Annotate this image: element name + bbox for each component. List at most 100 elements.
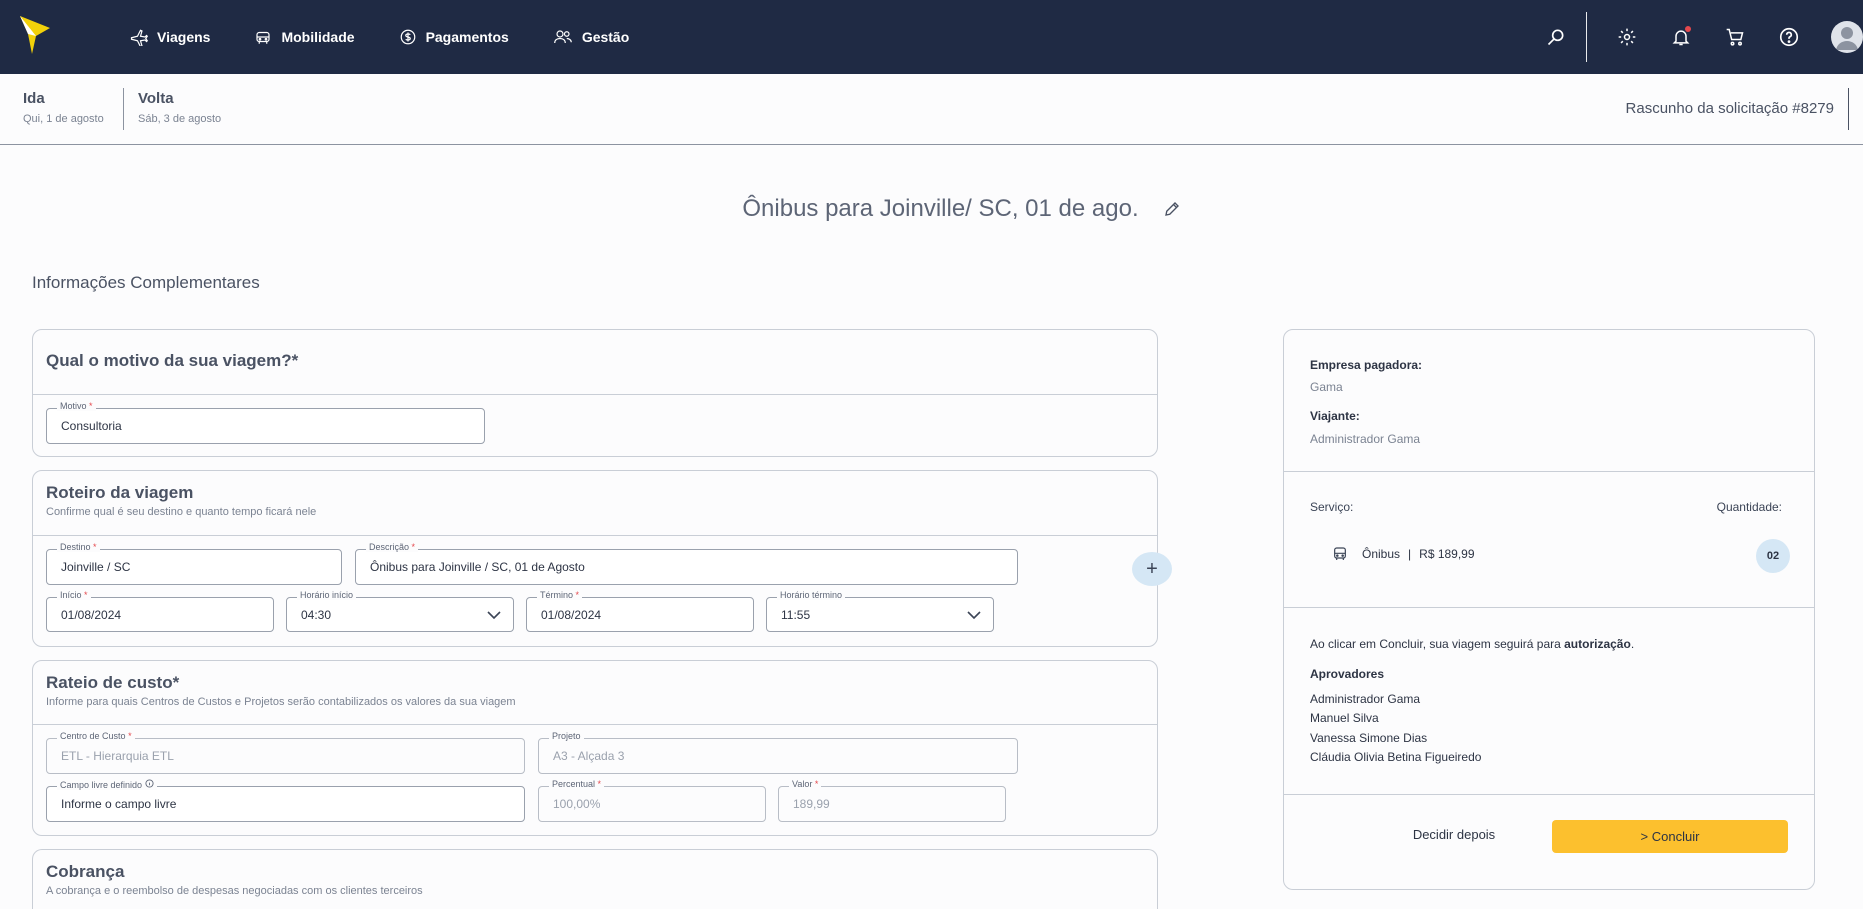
termino-date-field[interactable]: Término * 01/08/2024 (526, 590, 754, 632)
question-icon (1779, 27, 1799, 47)
hora-termino-value: 11:55 (781, 608, 811, 622)
decide-later-button[interactable]: Decidir depois (1384, 827, 1524, 842)
centro-custo-field[interactable]: Centro de Custo * ETL - Hierarquia ETL (46, 731, 525, 774)
rateio-title: Rateio de custo (46, 673, 173, 692)
roteiro-header: Roteiro da viagem Confirme qual é seu de… (33, 471, 1157, 536)
service-name: Ônibus (1362, 547, 1401, 561)
chevron-down-icon (967, 611, 981, 620)
empresa-label: Empresa pagadora: (1310, 358, 1423, 372)
destino-label: Destino * (57, 542, 100, 552)
car-icon (256, 31, 271, 44)
projeto-value: A3 - Alçada 3 (553, 749, 625, 763)
chevron-down-icon (487, 611, 501, 620)
projeto-field[interactable]: Projeto A3 - Alçada 3 (538, 731, 1018, 774)
notification-dot (1685, 26, 1691, 32)
percentual-field[interactable]: Percentual * 100,00% (538, 779, 766, 822)
add-destination-button[interactable]: + (1132, 552, 1172, 586)
users-icon (553, 30, 572, 44)
dollar-icon (400, 29, 415, 45)
campo-livre-label: Campo livre definido (57, 779, 157, 790)
descricao-field[interactable]: Descrição * Ônibus para Joinville / SC, … (355, 542, 1018, 585)
hora-inicio-value: 04:30 (301, 608, 332, 622)
leg-volta-date: Sáb, 3 de agosto (138, 113, 222, 125)
descricao-label: Descrição * (366, 542, 419, 552)
service-separator: | (1408, 547, 1412, 561)
empresa-value: Gama (1310, 380, 1343, 394)
user-avatar[interactable] (1831, 21, 1863, 53)
service-price: R$ 189,99 (1419, 547, 1475, 561)
motivo-field[interactable]: Motivo * Consultoria (46, 401, 485, 444)
summary-panel: Empresa pagadora: Gama Viajante: Adminis… (1283, 329, 1815, 890)
campo-livre-placeholder: Informe o campo livre (61, 797, 177, 811)
quantidade-label: Quantidade: (1716, 500, 1782, 514)
settings-button[interactable] (1615, 25, 1639, 49)
roteiro-title: Roteiro da viagem (46, 483, 194, 502)
service-row: Ônibus | R$ 189,99 (1332, 546, 1475, 562)
summary-approval-section: Ao clicar em Concluir, sua viagem seguir… (1284, 608, 1814, 795)
hora-inicio-select[interactable]: Horário início 04:30 (286, 590, 514, 632)
nav-pagamentos[interactable]: Pagamentos (399, 28, 509, 46)
bus-icon (1334, 547, 1346, 560)
user-icon (1836, 27, 1858, 50)
brand-logo[interactable] (18, 14, 52, 56)
motivo-field-label: Motivo * (57, 401, 96, 411)
nav-mobilidade[interactable]: Mobilidade (254, 28, 355, 46)
hora-inicio-label: Horário início (297, 590, 357, 600)
inicio-date-field[interactable]: Início * 01/08/2024 (46, 590, 274, 632)
approver-item: Manuel Silva (1310, 711, 1379, 725)
page-title: Ônibus para Joinville/ SC, 01 de ago. (742, 195, 1139, 222)
nav-pagamentos-label: Pagamentos (425, 29, 509, 45)
approver-item: Cláudia Olivia Betina Figueiredo (1310, 750, 1482, 764)
main-menu: Viagens Mobilidade Pagamentos Gestão (130, 0, 673, 74)
rateio-card: Rateio de custo* Informe para quais Cent… (32, 660, 1158, 836)
search-button[interactable] (1544, 25, 1568, 49)
nav-mobilidade-label: Mobilidade (281, 29, 355, 45)
pencil-icon[interactable] (1163, 200, 1181, 218)
cart-button[interactable] (1723, 25, 1747, 49)
section-title: Informações Complementares (32, 273, 260, 292)
top-navbar: Viagens Mobilidade Pagamentos Gestão (0, 0, 1863, 74)
approval-notice: Ao clicar em Concluir, sua viagem seguir… (1310, 637, 1635, 651)
approver-item: Administrador Gama (1310, 692, 1421, 706)
quantity-badge: 02 (1756, 539, 1790, 573)
hora-termino-select[interactable]: Horário término 11:55 (766, 590, 994, 632)
plane-icon (130, 29, 148, 46)
destino-field[interactable]: Destino * Joinville / SC (46, 542, 342, 585)
cart-icon (1726, 28, 1744, 46)
summary-service-section: Serviço: Quantidade: Ônibus | R$ 189,99 (1284, 472, 1814, 608)
valor-value: 189,99 (793, 797, 830, 811)
projeto-label: Projeto (549, 731, 584, 741)
help-button[interactable] (1777, 25, 1801, 49)
cobranca-card: Cobrança A cobrança e o reembolso de des… (32, 849, 1158, 909)
hora-termino-label: Horário término (777, 590, 846, 600)
centro-custo-label: Centro de Custo * (57, 731, 135, 741)
notifications-button[interactable] (1669, 25, 1693, 49)
viajante-value: Administrador Gama (1310, 432, 1421, 446)
descricao-value: Ônibus para Joinville / SC, 01 de Agosto (370, 560, 585, 574)
gear-icon (1618, 28, 1636, 46)
draft-title: Rascunho da solicitação #8279 (1625, 100, 1834, 117)
conclude-button[interactable]: > Concluir (1552, 820, 1788, 853)
campo-livre-field[interactable]: Campo livre definido Informe o campo liv… (46, 779, 525, 822)
viajante-label: Viajante: (1310, 409, 1360, 423)
servico-label: Serviço: (1310, 500, 1354, 514)
valor-field[interactable]: Valor * 189,99 (778, 779, 1006, 822)
approver-item: Vanessa Simone Dias (1310, 731, 1428, 745)
centro-custo-value: ETL - Hierarquia ETL (61, 749, 174, 763)
nav-viagens[interactable]: Viagens (130, 28, 210, 46)
motivo-value: Consultoria (61, 419, 122, 433)
inicio-value: 01/08/2024 (61, 608, 122, 622)
termino-label: Término * (537, 590, 583, 600)
leg-volta[interactable]: Volta Sáb, 3 de agosto (138, 90, 221, 125)
info-icon[interactable] (145, 779, 154, 788)
motivo-title: Qual o motivo da sua viagem? (46, 351, 292, 370)
motivo-card: Qual o motivo da sua viagem?* Motivo * C… (32, 329, 1158, 457)
leg-divider (123, 88, 124, 130)
leg-ida[interactable]: Ida Qui, 1 de agosto (23, 90, 104, 125)
nav-gestao[interactable]: Gestão (553, 28, 629, 46)
leg-volta-label: Volta (138, 90, 174, 107)
trip-summary-bar: Ida Qui, 1 de agosto Volta Sáb, 3 de ago… (0, 74, 1863, 145)
search-icon (1547, 29, 1564, 46)
percentual-value: 100,00% (553, 797, 601, 811)
draft-divider (1848, 88, 1849, 130)
